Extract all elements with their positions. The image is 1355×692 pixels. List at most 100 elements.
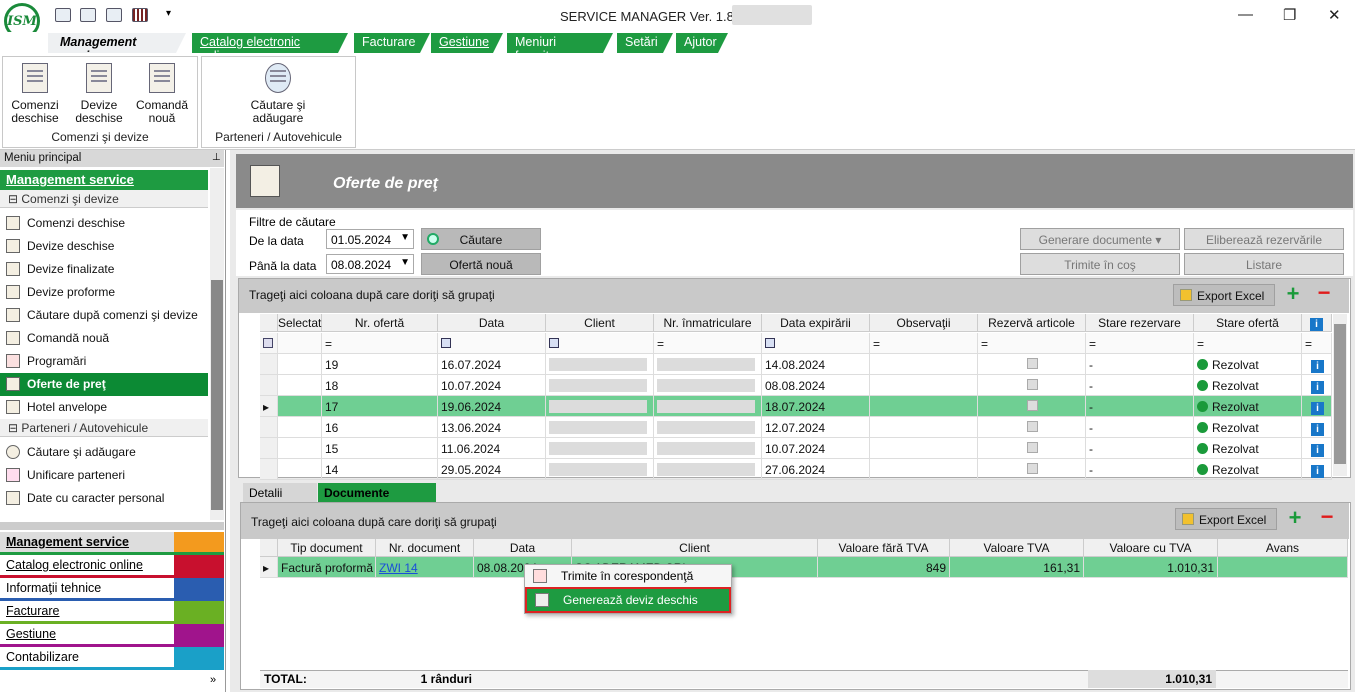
filter-toggle-icon[interactable] bbox=[260, 333, 278, 354]
tab-gestiune[interactable]: Gestiune bbox=[431, 33, 503, 53]
scrollbar-thumb[interactable] bbox=[1334, 324, 1346, 464]
row-indicator[interactable] bbox=[260, 375, 278, 396]
add-icon[interactable]: + bbox=[1284, 507, 1306, 530]
row-indicator[interactable] bbox=[260, 459, 278, 480]
column-header[interactable]: Data expirării bbox=[762, 314, 870, 332]
reserve-checkbox[interactable] bbox=[1027, 400, 1038, 411]
info-icon[interactable]: i bbox=[1311, 381, 1324, 394]
nav-informatii-tehnice[interactable]: Informaţii tehnice bbox=[0, 578, 224, 601]
sidebar-item-cautare-comenzi[interactable]: Căutare după comenzi şi devize bbox=[0, 304, 208, 327]
sidebar-item-devize-proforme[interactable]: Devize proforme bbox=[0, 281, 208, 304]
table-cell[interactable]: i bbox=[1302, 354, 1332, 375]
sidebar-item-hotel-anvelope[interactable]: Hotel anvelope bbox=[0, 396, 208, 419]
release-reservations-button[interactable]: Eliberează rezervările bbox=[1184, 228, 1344, 250]
sidebar-item-devize-finalizate[interactable]: Devize finalizate bbox=[0, 258, 208, 281]
generate-documents-button[interactable]: Generare documente ▾ bbox=[1020, 228, 1180, 250]
sidebar-item-devize-deschise[interactable]: Devize deschise bbox=[0, 235, 208, 258]
tab-detalii-oferta[interactable]: Detalii ofertă bbox=[243, 483, 317, 514]
filter-cell[interactable]: = bbox=[1194, 333, 1302, 354]
search-car-icon[interactable] bbox=[80, 8, 96, 22]
sidebar-item-unificare-parteneri[interactable]: Unificare parteneri bbox=[0, 464, 208, 487]
nav-management-service[interactable]: Management service bbox=[0, 532, 224, 555]
row-indicator[interactable] bbox=[260, 438, 278, 459]
send-to-cart-button[interactable]: Trimite în coş bbox=[1020, 253, 1180, 275]
filter-cell[interactable] bbox=[438, 333, 546, 354]
expand-nav-icon[interactable]: » bbox=[210, 674, 216, 686]
search-button[interactable]: Căutare bbox=[421, 228, 541, 250]
info-icon[interactable]: i bbox=[1311, 423, 1324, 436]
barcode-icon[interactable] bbox=[132, 8, 148, 22]
listing-button[interactable]: Listare bbox=[1184, 253, 1344, 275]
column-header[interactable]: Valoare cu TVA bbox=[1084, 539, 1218, 557]
pin-icon[interactable]: ⊥ bbox=[212, 152, 221, 163]
column-header[interactable]: Client bbox=[546, 314, 654, 332]
customize-quick-access-icon[interactable]: ▾ bbox=[166, 8, 171, 19]
export-excel-button-2[interactable]: Export Excel bbox=[1175, 508, 1277, 530]
grid-scrollbar[interactable] bbox=[1333, 314, 1347, 476]
table-cell[interactable]: i bbox=[1302, 375, 1332, 396]
search-add-button[interactable]: Căutare şi adăugare bbox=[242, 59, 314, 125]
nav-gestiune[interactable]: Gestiune bbox=[0, 624, 224, 647]
new-order-button[interactable]: Comandă nouă bbox=[136, 59, 188, 125]
column-header[interactable]: Data bbox=[474, 539, 572, 557]
column-header[interactable]: Nr. document bbox=[376, 539, 474, 557]
row-indicator[interactable] bbox=[260, 417, 278, 438]
table-cell[interactable]: i bbox=[1302, 417, 1332, 438]
tab-documente-generate[interactable]: Documente generate bbox=[318, 483, 436, 514]
info-header[interactable]: i bbox=[1302, 314, 1332, 332]
column-header[interactable]: Client bbox=[572, 539, 818, 557]
dropdown-arrow-icon[interactable]: ▼ bbox=[400, 232, 410, 243]
sidebar-section-title[interactable]: Management service bbox=[0, 170, 208, 190]
table-cell[interactable]: i bbox=[1302, 396, 1332, 417]
column-header[interactable]: Observaţii bbox=[870, 314, 978, 332]
row-indicator[interactable]: ▸ bbox=[260, 557, 278, 578]
filter-cell[interactable] bbox=[278, 333, 322, 354]
sidebar-item-comenzi-deschise[interactable]: Comenzi deschise bbox=[0, 212, 208, 235]
column-header[interactable]: Rezervă articole bbox=[978, 314, 1086, 332]
filter-cell[interactable]: = bbox=[978, 333, 1086, 354]
search-doc-icon[interactable] bbox=[106, 8, 122, 22]
filter-cell[interactable]: = bbox=[1086, 333, 1194, 354]
new-offer-button[interactable]: Ofertă nouă bbox=[421, 253, 541, 275]
tab-catalog-electronic[interactable]: Catalog electronic online bbox=[192, 33, 348, 53]
sidebar-item-programari[interactable]: Programări bbox=[0, 350, 208, 373]
column-header[interactable]: Avans bbox=[1218, 539, 1348, 557]
column-header[interactable]: Selectat bbox=[278, 314, 322, 332]
sidebar-item-date-personale[interactable]: Date cu caracter personal bbox=[0, 487, 208, 510]
info-icon[interactable]: i bbox=[1311, 444, 1324, 457]
column-header[interactable]: Valoare fără TVA bbox=[818, 539, 950, 557]
splitter[interactable] bbox=[0, 522, 224, 530]
tab-meniuri-favorite[interactable]: Meniuri favorite bbox=[507, 33, 613, 53]
info-icon[interactable]: i bbox=[1311, 465, 1324, 478]
generate-open-estimate-item[interactable]: Generează deviz deschis bbox=[525, 587, 731, 613]
table-cell[interactable]: i bbox=[1302, 438, 1332, 459]
row-indicator[interactable] bbox=[260, 354, 278, 375]
tab-facturare[interactable]: Facturare bbox=[354, 33, 430, 53]
column-header[interactable]: Stare rezervare bbox=[1086, 314, 1194, 332]
info-icon[interactable]: i bbox=[1311, 402, 1324, 415]
from-date-input[interactable]: 01.05.2024 ▼ bbox=[326, 229, 414, 249]
document-number-link[interactable]: ZWI 14 bbox=[379, 561, 418, 575]
row-indicator[interactable]: ▸ bbox=[260, 396, 278, 417]
remove-icon[interactable]: − bbox=[1313, 282, 1335, 306]
remove-icon[interactable]: − bbox=[1316, 506, 1338, 530]
filter-cell[interactable] bbox=[546, 333, 654, 354]
nav-contabilizare[interactable]: Contabilizare bbox=[0, 647, 224, 670]
tab-management-service[interactable]: Management service bbox=[48, 33, 186, 53]
reserve-checkbox[interactable] bbox=[1027, 379, 1038, 390]
column-header[interactable]: Stare ofertă bbox=[1194, 314, 1302, 332]
sidebar-scrollbar[interactable] bbox=[210, 168, 224, 520]
reserve-checkbox[interactable] bbox=[1027, 463, 1038, 474]
column-header[interactable]: Nr. înmatriculare bbox=[654, 314, 762, 332]
table-cell[interactable]: i bbox=[1302, 459, 1332, 480]
sidebar-item-comanda-noua[interactable]: Comandă nouă bbox=[0, 327, 208, 350]
filter-cell[interactable] bbox=[762, 333, 870, 354]
close-button[interactable]: ✕ bbox=[1328, 6, 1341, 24]
sidebar-item-cautare-adaugare[interactable]: Căutare şi adăugare bbox=[0, 441, 208, 464]
filter-cell[interactable]: = bbox=[1302, 333, 1332, 354]
nav-catalog-electronic[interactable]: Catalog electronic online bbox=[0, 555, 224, 578]
sidebar-item-oferte-de-pret[interactable]: Oferte de preţ bbox=[0, 373, 208, 396]
column-header[interactable]: Tip document bbox=[278, 539, 376, 557]
column-header[interactable]: Data bbox=[438, 314, 546, 332]
filter-cell[interactable]: = bbox=[322, 333, 438, 354]
